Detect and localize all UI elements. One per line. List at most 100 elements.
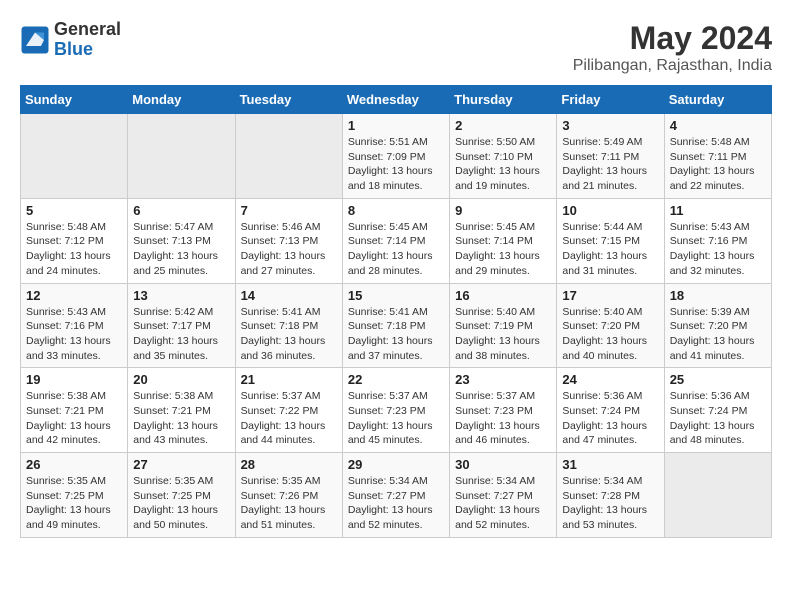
calendar-week-row: 19Sunrise: 5:38 AM Sunset: 7:21 PM Dayli… [21, 368, 772, 453]
calendar-cell: 20 Sunrise: 5:38 AM Sunset: 7:21 PM Dayli… [128, 368, 235, 453]
calendar-cell: 18Sunrise: 5:39 AM Sunset: 7:20 PM Dayli… [664, 283, 771, 368]
day-info: Sunrise: 5:37 AM Sunset: 7:23 PM Dayligh… [348, 389, 444, 448]
day-number: 20 [133, 372, 229, 387]
calendar-cell: 12 Sunrise: 5:43 AM Sunset: 7:16 PM Dayli… [21, 283, 128, 368]
calendar-cell: 10 Sunrise: 5:44 AM Sunset: 7:15 PM Dayli… [557, 198, 664, 283]
day-number: 2 [455, 118, 551, 133]
day-info: Sunrise: 5:35 AM Sunset: 7:25 PM Dayligh… [26, 474, 122, 533]
day-info: Sunrise: 5:37 AM Sunset: 7:23 PM Dayligh… [455, 389, 551, 448]
weekday-header-saturday: Saturday [664, 86, 771, 114]
day-number: 1 [348, 118, 444, 133]
day-info: Sunrise: 5:48 AM Sunset: 7:11 PM Dayligh… [670, 135, 766, 194]
day-number: 24 [562, 372, 658, 387]
day-info: Sunrise: 5:43 AM Sunset: 7:16 PM Dayligh… [26, 305, 122, 364]
calendar-week-row: 5Sunrise: 5:48 AM Sunset: 7:12 PM Daylig… [21, 198, 772, 283]
calendar-cell: 26 Sunrise: 5:35 AM Sunset: 7:25 PM Dayli… [21, 453, 128, 538]
day-info: Sunrise: 5:45 AM Sunset: 7:14 PM Dayligh… [455, 220, 551, 279]
day-info: Sunrise: 5:47 AM Sunset: 7:13 PM Dayligh… [133, 220, 229, 279]
weekday-header-row: SundayMondayTuesdayWednesdayThursdayFrid… [21, 86, 772, 114]
day-info: Sunrise: 5:35 AM Sunset: 7:25 PM Dayligh… [133, 474, 229, 533]
calendar-week-row: 1 Sunrise: 5:51 AM Sunset: 7:09 PM Daylig… [21, 114, 772, 199]
calendar-cell: 24 Sunrise: 5:36 AM Sunset: 7:24 PM Dayli… [557, 368, 664, 453]
calendar-cell: 1 Sunrise: 5:51 AM Sunset: 7:09 PM Daylig… [342, 114, 449, 199]
day-info: Sunrise: 5:34 AM Sunset: 7:27 PM Dayligh… [348, 474, 444, 533]
calendar-week-row: 12 Sunrise: 5:43 AM Sunset: 7:16 PM Dayli… [21, 283, 772, 368]
day-number: 25 [670, 372, 766, 387]
calendar-week-row: 26 Sunrise: 5:35 AM Sunset: 7:25 PM Dayli… [21, 453, 772, 538]
weekday-header-thursday: Thursday [450, 86, 557, 114]
day-number: 16 [455, 288, 551, 303]
day-info: Sunrise: 5:44 AM Sunset: 7:15 PM Dayligh… [562, 220, 658, 279]
day-info: Sunrise: 5:35 AM Sunset: 7:26 PM Dayligh… [241, 474, 337, 533]
calendar-cell: 9 Sunrise: 5:45 AM Sunset: 7:14 PM Daylig… [450, 198, 557, 283]
day-number: 8 [348, 203, 444, 218]
day-info: Sunrise: 5:42 AM Sunset: 7:17 PM Dayligh… [133, 305, 229, 364]
day-info: Sunrise: 5:38 AM Sunset: 7:21 PM Dayligh… [26, 389, 122, 448]
calendar-cell [664, 453, 771, 538]
day-number: 23 [455, 372, 551, 387]
calendar-cell: 13 Sunrise: 5:42 AM Sunset: 7:17 PM Dayli… [128, 283, 235, 368]
day-info: Sunrise: 5:41 AM Sunset: 7:18 PM Dayligh… [241, 305, 337, 364]
day-info: Sunrise: 5:51 AM Sunset: 7:09 PM Dayligh… [348, 135, 444, 194]
day-number: 5 [26, 203, 122, 218]
day-number: 31 [562, 457, 658, 472]
day-info: Sunrise: 5:40 AM Sunset: 7:19 PM Dayligh… [455, 305, 551, 364]
calendar-cell: 29 Sunrise: 5:34 AM Sunset: 7:27 PM Dayli… [342, 453, 449, 538]
day-number: 13 [133, 288, 229, 303]
day-info: Sunrise: 5:43 AM Sunset: 7:16 PM Dayligh… [670, 220, 766, 279]
day-number: 27 [133, 457, 229, 472]
day-number: 7 [241, 203, 337, 218]
calendar-cell: 23 Sunrise: 5:37 AM Sunset: 7:23 PM Dayli… [450, 368, 557, 453]
month-year-title: May 2024 [573, 20, 772, 57]
day-number: 14 [241, 288, 337, 303]
day-number: 11 [670, 203, 766, 218]
day-number: 28 [241, 457, 337, 472]
logo-blue-text: Blue [54, 40, 121, 60]
logo-icon [20, 25, 50, 55]
day-number: 15 [348, 288, 444, 303]
location-subtitle: Pilibangan, Rajasthan, India [573, 57, 772, 75]
weekday-header-friday: Friday [557, 86, 664, 114]
day-info: Sunrise: 5:38 AM Sunset: 7:21 PM Dayligh… [133, 389, 229, 448]
day-info: Sunrise: 5:49 AM Sunset: 7:11 PM Dayligh… [562, 135, 658, 194]
calendar-table: SundayMondayTuesdayWednesdayThursdayFrid… [20, 85, 772, 538]
day-info: Sunrise: 5:34 AM Sunset: 7:27 PM Dayligh… [455, 474, 551, 533]
day-info: Sunrise: 5:36 AM Sunset: 7:24 PM Dayligh… [562, 389, 658, 448]
weekday-header-sunday: Sunday [21, 86, 128, 114]
calendar-cell: 8Sunrise: 5:45 AM Sunset: 7:14 PM Daylig… [342, 198, 449, 283]
page-header: General Blue May 2024 Pilibangan, Rajast… [20, 20, 772, 75]
day-number: 3 [562, 118, 658, 133]
day-number: 17 [562, 288, 658, 303]
logo-general-text: General [54, 20, 121, 40]
calendar-cell: 2 Sunrise: 5:50 AM Sunset: 7:10 PM Daylig… [450, 114, 557, 199]
day-number: 26 [26, 457, 122, 472]
day-number: 29 [348, 457, 444, 472]
calendar-cell: 7 Sunrise: 5:46 AM Sunset: 7:13 PM Daylig… [235, 198, 342, 283]
day-info: Sunrise: 5:37 AM Sunset: 7:22 PM Dayligh… [241, 389, 337, 448]
weekday-header-wednesday: Wednesday [342, 86, 449, 114]
day-number: 4 [670, 118, 766, 133]
calendar-cell: 17Sunrise: 5:40 AM Sunset: 7:20 PM Dayli… [557, 283, 664, 368]
day-number: 10 [562, 203, 658, 218]
calendar-cell: 15Sunrise: 5:41 AM Sunset: 7:18 PM Dayli… [342, 283, 449, 368]
day-info: Sunrise: 5:50 AM Sunset: 7:10 PM Dayligh… [455, 135, 551, 194]
calendar-cell: 25Sunrise: 5:36 AM Sunset: 7:24 PM Dayli… [664, 368, 771, 453]
calendar-cell: 21Sunrise: 5:37 AM Sunset: 7:22 PM Dayli… [235, 368, 342, 453]
logo-text: General Blue [54, 20, 121, 60]
calendar-cell: 19Sunrise: 5:38 AM Sunset: 7:21 PM Dayli… [21, 368, 128, 453]
calendar-cell [21, 114, 128, 199]
day-number: 9 [455, 203, 551, 218]
calendar-cell: 31Sunrise: 5:34 AM Sunset: 7:28 PM Dayli… [557, 453, 664, 538]
calendar-cell [128, 114, 235, 199]
calendar-cell: 27 Sunrise: 5:35 AM Sunset: 7:25 PM Dayli… [128, 453, 235, 538]
day-number: 12 [26, 288, 122, 303]
calendar-cell: 3 Sunrise: 5:49 AM Sunset: 7:11 PM Daylig… [557, 114, 664, 199]
logo: General Blue [20, 20, 121, 60]
day-number: 18 [670, 288, 766, 303]
weekday-header-monday: Monday [128, 86, 235, 114]
day-info: Sunrise: 5:46 AM Sunset: 7:13 PM Dayligh… [241, 220, 337, 279]
calendar-cell: 6 Sunrise: 5:47 AM Sunset: 7:13 PM Daylig… [128, 198, 235, 283]
calendar-cell: 5Sunrise: 5:48 AM Sunset: 7:12 PM Daylig… [21, 198, 128, 283]
day-number: 6 [133, 203, 229, 218]
day-number: 30 [455, 457, 551, 472]
